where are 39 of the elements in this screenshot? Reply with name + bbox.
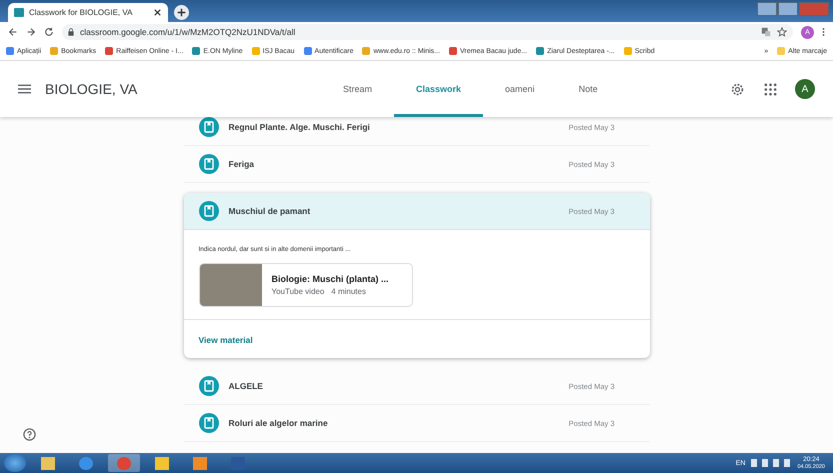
star-icon[interactable] [777,27,787,37]
close-icon[interactable] [153,8,162,17]
material-icon [198,201,218,221]
video-thumbnail-placeholder [200,264,262,306]
material-title: Regnul Plante. Alge. Muschi. Ferigi [228,122,371,132]
material-title: Roluri ale algelor marine [228,418,329,428]
translate-icon[interactable] [761,27,771,37]
lock-icon [68,28,74,36]
start-button[interactable] [4,454,26,472]
browser-tab[interactable]: Classwork for BIOLOGIE, VA [8,3,168,22]
material-title: Muschiul de pamant [228,206,312,216]
apps-grid-icon[interactable] [764,82,777,96]
new-tab-icon[interactable] [174,5,189,20]
window-controls-icon[interactable] [757,2,829,16]
system-tray-icon[interactable] [751,459,792,467]
video-attachment[interactable]: Biologie: Muschi (planta) ... YouTube video 4 minutes [198,263,412,307]
back-icon[interactable] [8,27,18,37]
settings-icon[interactable] [731,82,744,96]
nav-tab[interactable]: Stream [321,61,394,117]
material-icon [198,154,218,174]
material-icon [198,376,218,396]
help-icon[interactable] [23,428,36,441]
user-avatar[interactable]: A [795,79,815,99]
menu-icon[interactable] [822,27,825,37]
forward-icon[interactable] [26,27,36,37]
menu-icon[interactable] [18,84,31,94]
view-material-link[interactable]: View material [198,335,253,345]
nav-tab[interactable]: Note [556,61,620,117]
nav-tab[interactable]: oameni [483,61,557,117]
material-title: ALGELE [228,381,264,391]
attachment-duration: 4 minutes [331,287,366,296]
material-title: Feriga [228,159,256,169]
address-bar[interactable]: classroom.google.com/u/1/w/MzM2OTQ2NzU1NDVa/t/all [62,24,793,40]
reload-icon[interactable] [44,27,54,37]
classroom-icon [14,8,24,17]
attachment-title: Biologie: Muschi (planta) ... [272,274,388,284]
material-icon [198,413,218,433]
attachment-source: YouTube video [272,287,324,296]
class-title: BIOLOGIE, VA [45,81,138,97]
